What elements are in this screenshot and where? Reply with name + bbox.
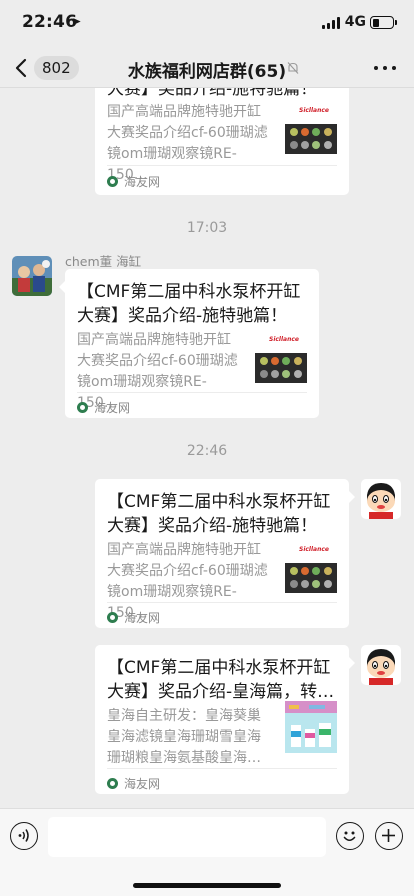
card-thumbnail: Sicllance [255, 331, 307, 383]
bubble-tail [349, 491, 355, 503]
avatar[interactable] [361, 645, 401, 685]
card-thumbnail: Sicllance [285, 102, 337, 154]
card-divider [107, 602, 337, 603]
avatar[interactable] [361, 479, 401, 519]
bubble-tail [349, 657, 355, 669]
message-input[interactable] [48, 817, 326, 857]
card-description-line: 皇海滤镜皇海珊瑚雪皇海 [107, 729, 261, 745]
svg-text:Sicllance: Sicllance [299, 107, 329, 114]
card-thumbnail: Sicllance [285, 541, 337, 593]
card-source-label: 海友网 [124, 777, 161, 791]
card-title: 【CMF第二届中科水泵杯开缸 大赛】奖品介绍-施特驰篇！ [107, 490, 339, 538]
svg-text:Sicllance: Sicllance [269, 336, 299, 343]
link-card-message[interactable]: 【CMF第二届中科水泵杯开缸 大赛】奖品介绍-施特驰篇！ 国产高端品牌施特驰开缸… [65, 269, 319, 418]
chat-header: 802 水族福利网店群(65) [0, 48, 414, 88]
card-title-line: 大赛】奖品介绍-施特驰篇！ [77, 306, 288, 326]
card-title-line: 大赛】奖品介绍-施特驰篇！ [107, 88, 318, 99]
voice-input-icon[interactable] [10, 822, 38, 850]
card-source-label: 海友网 [124, 175, 161, 189]
card-thumbnail [285, 701, 337, 753]
source-logo-icon [107, 612, 118, 623]
link-card-message[interactable]: 大赛】奖品介绍-施特驰篇！ 国产高端品牌施特驰开缸 大赛奖品介绍cf-60珊瑚滤… [95, 88, 349, 195]
source-logo-icon [77, 402, 88, 413]
card-source: 海友网 [77, 399, 130, 416]
card-description-line: 珊瑚粮皇海氨基酸皇海… [107, 750, 261, 766]
card-title-line: 【CMF第二届中科水泵杯开缸 [107, 492, 331, 512]
svg-text:Sicllance: Sicllance [299, 546, 329, 553]
card-title-line: 【CMF第二届中科水泵杯开缸 [77, 282, 301, 302]
card-description-line: 皇海自主研发：皇海葵巢 [107, 708, 261, 724]
card-title: 【CMF第二届中科水泵杯开缸 大赛】奖品介绍-施特驰篇！ [77, 280, 309, 328]
link-card-message[interactable]: 【CMF第二届中科水泵杯开缸 大赛】奖品介绍-皇海篇，转… 皇海自主研发：皇海葵… [95, 645, 349, 794]
mute-bell-icon [287, 62, 299, 74]
sender-name: chem董 海缸 [65, 254, 142, 269]
card-description-line: 国产高端品牌施特驰开缸 [77, 332, 231, 348]
card-description-line: 国产高端品牌施特驰开缸 [107, 542, 261, 558]
plus-more-icon[interactable] [375, 822, 403, 850]
card-source: 海友网 [107, 609, 160, 626]
card-divider [77, 392, 307, 393]
card-title: 大赛】奖品介绍-施特驰篇！ [107, 88, 339, 101]
source-logo-icon [107, 778, 118, 789]
card-title-line: 大赛】奖品介绍-施特驰篇！ [107, 516, 318, 536]
card-divider [107, 165, 337, 166]
card-source: 海友网 [107, 173, 160, 190]
network-type: 4G [344, 14, 366, 30]
card-source-label: 海友网 [94, 401, 131, 415]
home-indicator [133, 883, 281, 888]
signal-bars-icon [322, 17, 340, 29]
chat-title: 水族福利网店群(65) [127, 62, 287, 82]
status-bar: 22:46 ➤ 4G [0, 0, 414, 48]
timestamp: 17:03 [186, 220, 228, 236]
card-description-line: 国产高端品牌施特驰开缸 [107, 104, 261, 120]
input-toolbar [0, 808, 414, 896]
card-title-line: 【CMF第二届中科水泵杯开缸 [107, 658, 331, 678]
link-card-message[interactable]: 【CMF第二届中科水泵杯开缸 大赛】奖品介绍-施特驰篇！ 国产高端品牌施特驰开缸… [95, 479, 349, 628]
card-divider [107, 768, 337, 769]
battery-icon [370, 16, 397, 29]
emoji-icon[interactable] [336, 822, 364, 850]
avatar[interactable] [12, 256, 52, 296]
timestamp: 22:46 [186, 443, 228, 459]
card-description: 皇海自主研发：皇海葵巢 皇海滤镜皇海珊瑚雪皇海 珊瑚粮皇海氨基酸皇海… [107, 706, 275, 769]
message-list[interactable]: 大赛】奖品介绍-施特驰篇！ 国产高端品牌施特驰开缸 大赛奖品介绍cf-60珊瑚滤… [0, 88, 414, 808]
more-options-icon[interactable] [374, 60, 396, 76]
location-arrow-icon: ➤ [72, 15, 82, 28]
card-description-line: 大赛奖品介绍cf-60珊瑚滤 [107, 563, 268, 579]
card-description-line: 大赛奖品介绍cf-60珊瑚滤 [107, 125, 268, 141]
source-logo-icon [107, 176, 118, 187]
card-source: 海友网 [107, 775, 160, 792]
status-time: 22:46 [22, 12, 78, 32]
card-source-label: 海友网 [124, 611, 161, 625]
card-title: 【CMF第二届中科水泵杯开缸 大赛】奖品介绍-皇海篇，转… [107, 656, 339, 704]
card-description-line: 大赛奖品介绍cf-60珊瑚滤 [77, 353, 238, 369]
